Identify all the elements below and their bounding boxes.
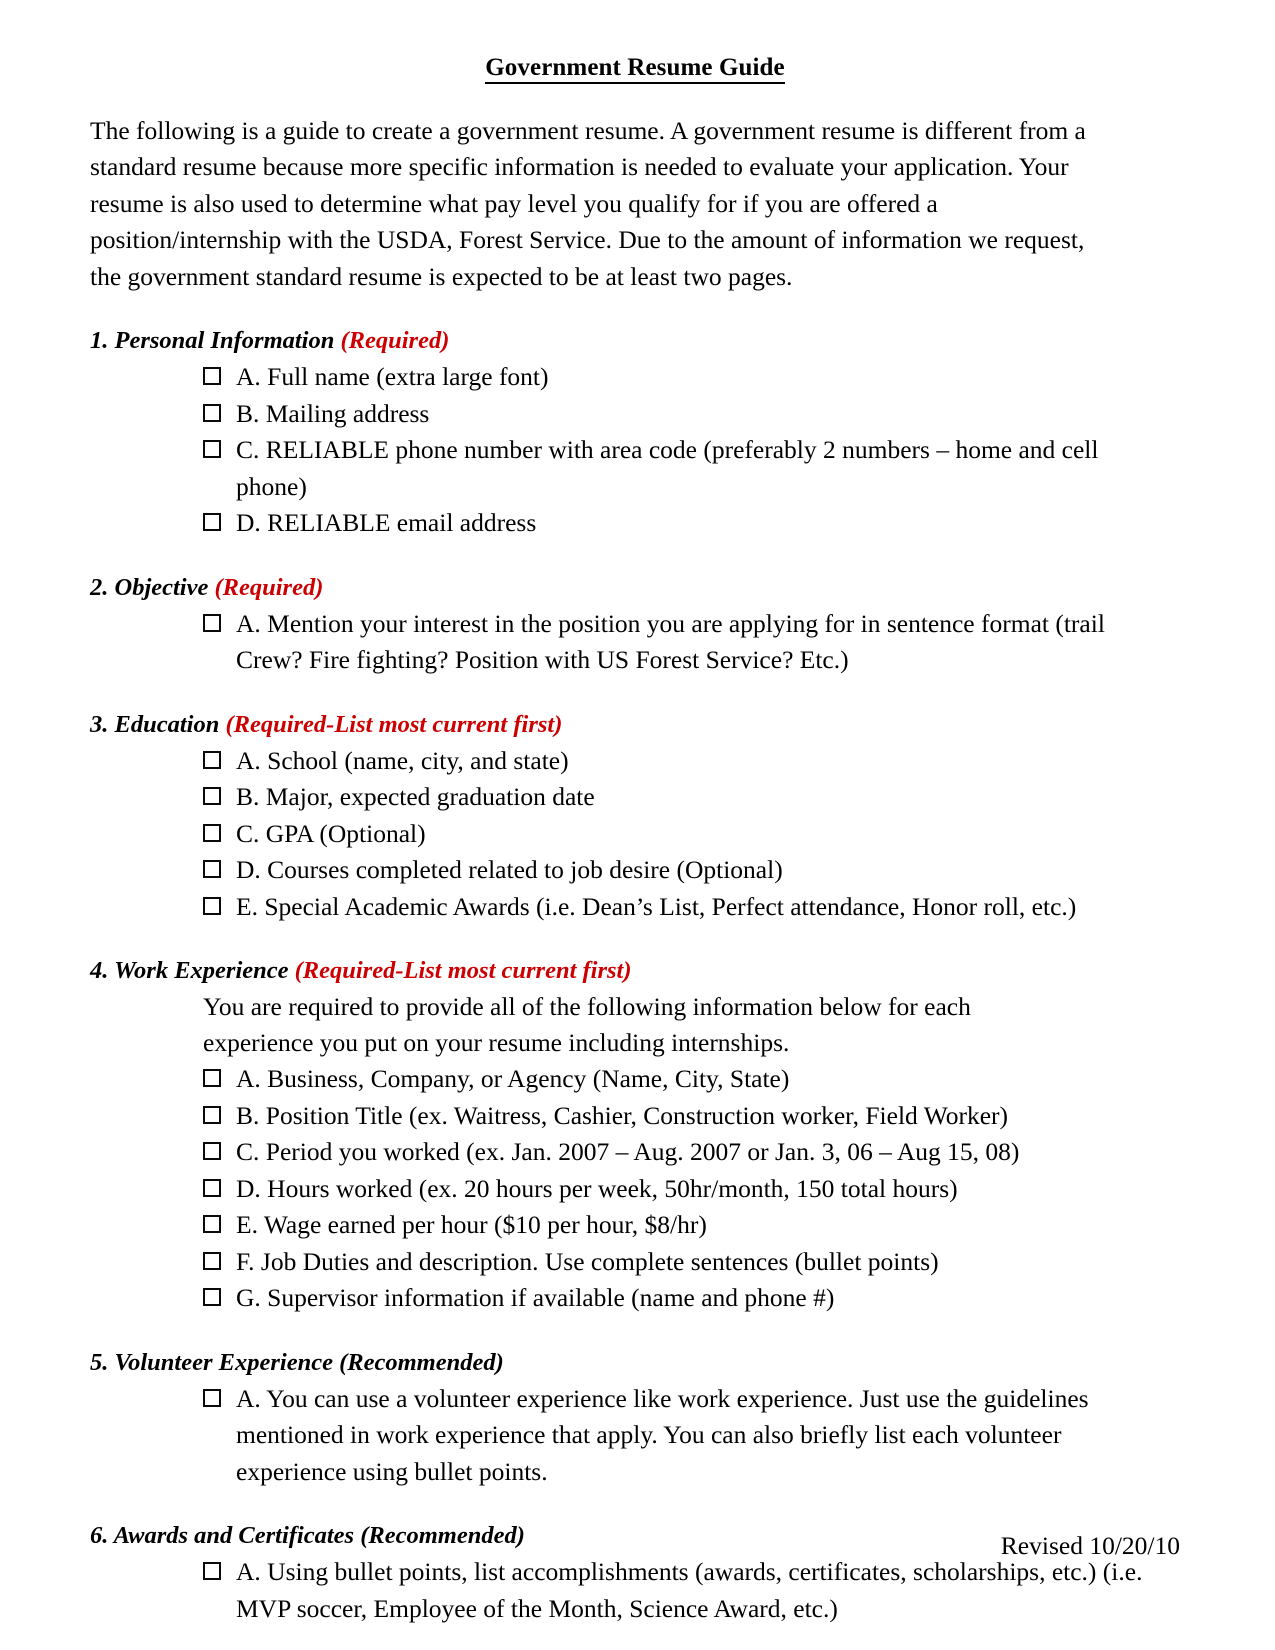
checklist-item[interactable]: A. Mention your interest in the position… bbox=[203, 606, 1146, 679]
checklist-item-label: D. RELIABLE email address bbox=[236, 508, 537, 538]
section-number: 1. bbox=[90, 327, 109, 355]
checkbox-icon[interactable] bbox=[203, 1105, 221, 1124]
checklist-item[interactable]: C. GPA (Optional) bbox=[203, 816, 1146, 853]
checkbox-icon[interactable] bbox=[203, 1178, 221, 1197]
checklist-item[interactable]: B. Mailing address bbox=[203, 396, 1146, 433]
section-qualifier: (Required-List most current first) bbox=[225, 710, 563, 738]
checklist-item-label: B. Mailing address bbox=[236, 398, 430, 428]
checkbox-icon[interactable] bbox=[203, 440, 221, 459]
section-qualifier: (Required-List most current first) bbox=[294, 957, 632, 985]
checkbox-icon[interactable] bbox=[203, 860, 221, 879]
checklist-item[interactable]: G. Supervisor information if available (… bbox=[203, 1280, 1146, 1317]
section-number: 6. bbox=[90, 1522, 109, 1550]
intro-paragraph: The following is a guide to create a gov… bbox=[90, 115, 1086, 291]
checklist-item[interactable]: D. Courses completed related to job desi… bbox=[203, 852, 1146, 889]
document-page: Government Resume Guide The following is… bbox=[0, 0, 1275, 1650]
checklist-item[interactable]: B. Major, expected graduation date bbox=[203, 779, 1146, 816]
checklist: A. Business, Company, or Agency (Name, C… bbox=[90, 1061, 1180, 1317]
checklist: A. You can use a volunteer experience li… bbox=[90, 1381, 1180, 1491]
checkbox-icon[interactable] bbox=[203, 1069, 221, 1088]
section-4: 4. Work Experience (Required-List most c… bbox=[90, 955, 1180, 1317]
section-name: Education bbox=[114, 710, 220, 738]
section-qualifier: (Recommended) bbox=[339, 1348, 504, 1376]
section-name: Awards and Certificates bbox=[113, 1522, 355, 1550]
checklist-item[interactable]: A. You can use a volunteer experience li… bbox=[203, 1381, 1146, 1491]
checklist-item-label: A. Full name (extra large font) bbox=[236, 362, 549, 392]
section-number: 4. bbox=[90, 957, 109, 985]
checklist-item-label: A. Mention your interest in the position… bbox=[236, 608, 1105, 675]
checkbox-icon[interactable] bbox=[203, 823, 221, 842]
checklist-item-label: C. RELIABLE phone number with area code … bbox=[236, 435, 1099, 501]
section-heading: 1. Personal Information (Required) bbox=[90, 325, 1180, 357]
sections-container: 1. Personal Information (Required) A. Ful… bbox=[90, 325, 1180, 1627]
checkbox-icon[interactable] bbox=[203, 613, 221, 632]
section-5: 5. Volunteer Experience (Recommended) A. … bbox=[90, 1347, 1180, 1491]
section-heading: 5. Volunteer Experience (Recommended) bbox=[90, 1347, 1180, 1379]
section-number: 3. bbox=[90, 710, 109, 738]
checklist-item-label: F. Job Duties and description. Use compl… bbox=[236, 1246, 939, 1276]
checklist-item[interactable]: D. Hours worked (ex. 20 hours per week, … bbox=[203, 1171, 1146, 1208]
checklist-item[interactable]: C. RELIABLE phone number with area code … bbox=[203, 432, 1146, 505]
section-heading: 3. Education (Required-List most current… bbox=[90, 709, 1180, 741]
checklist-item-label: A. Using bullet points, list accomplishm… bbox=[236, 1557, 1143, 1623]
checklist-item-label: A. You can use a volunteer experience li… bbox=[236, 1383, 1089, 1486]
checkbox-icon[interactable] bbox=[203, 1142, 221, 1161]
section-2: 2. Objective (Required) A. Mention your i… bbox=[90, 572, 1180, 679]
checklist-item-label: B. Major, expected graduation date bbox=[236, 782, 595, 812]
checklist-item-label: B. Position Title (ex. Waitress, Cashier… bbox=[236, 1100, 1009, 1130]
checkbox-icon[interactable] bbox=[203, 750, 221, 769]
section-number: 5. bbox=[90, 1348, 109, 1376]
checkbox-icon[interactable] bbox=[203, 1562, 221, 1581]
checkbox-icon[interactable] bbox=[203, 1251, 221, 1270]
checkbox-icon[interactable] bbox=[203, 787, 221, 806]
checkbox-icon[interactable] bbox=[203, 367, 221, 386]
checklist-item[interactable]: E. Wage earned per hour ($10 per hour, $… bbox=[203, 1207, 1146, 1244]
section-heading: 4. Work Experience (Required-List most c… bbox=[90, 955, 1180, 987]
checklist-item-label: D. Courses completed related to job desi… bbox=[236, 855, 783, 885]
checklist-item[interactable]: B. Position Title (ex. Waitress, Cashier… bbox=[203, 1098, 1146, 1135]
checklist-item[interactable]: E. Special Academic Awards (i.e. Dean’s … bbox=[203, 889, 1146, 926]
page-title: Government Resume Guide bbox=[90, 54, 1180, 84]
section-heading: 2. Objective (Required) bbox=[90, 572, 1180, 604]
checklist-item[interactable]: A. Using bullet points, list accomplishm… bbox=[203, 1554, 1146, 1627]
section-note: You are required to provide all of the f… bbox=[203, 992, 971, 1058]
revised-date: Revised 10/20/10 bbox=[1000, 1531, 1180, 1560]
checkbox-icon[interactable] bbox=[203, 1388, 221, 1407]
checklist-item[interactable]: D. RELIABLE email address bbox=[203, 505, 1146, 542]
checkbox-icon[interactable] bbox=[203, 513, 221, 532]
checklist-item-label: A. School (name, city, and state) bbox=[236, 745, 569, 775]
checklist-item[interactable]: F. Job Duties and description. Use compl… bbox=[203, 1244, 1146, 1281]
checklist-item-label: E. Wage earned per hour ($10 per hour, $… bbox=[236, 1210, 707, 1240]
checklist: A. Full name (extra large font) B. Mailin… bbox=[90, 359, 1180, 542]
section-name: Volunteer Experience bbox=[114, 1348, 333, 1376]
checklist-item[interactable]: C. Period you worked (ex. Jan. 2007 – Au… bbox=[203, 1134, 1146, 1171]
checklist-item[interactable]: A. Full name (extra large font) bbox=[203, 359, 1146, 396]
section-1: 1. Personal Information (Required) A. Ful… bbox=[90, 325, 1180, 542]
checkbox-icon[interactable] bbox=[203, 1215, 221, 1234]
section-qualifier: (Required) bbox=[340, 327, 450, 355]
checklist: A. Mention your interest in the position… bbox=[90, 606, 1180, 679]
checkbox-icon[interactable] bbox=[203, 1288, 221, 1307]
section-qualifier: (Recommended) bbox=[360, 1522, 525, 1550]
checklist-item-label: G. Supervisor information if available (… bbox=[236, 1283, 835, 1313]
checklist-item-label: A. Business, Company, or Agency (Name, C… bbox=[236, 1064, 790, 1094]
section-name: Personal Information bbox=[114, 327, 335, 355]
checklist-item[interactable]: A. Business, Company, or Agency (Name, C… bbox=[203, 1061, 1146, 1098]
checklist-item-label: D. Hours worked (ex. 20 hours per week, … bbox=[236, 1173, 958, 1203]
section-name: Objective bbox=[114, 573, 209, 601]
checklist-item[interactable]: A. School (name, city, and state) bbox=[203, 743, 1146, 780]
section-number: 2. bbox=[90, 573, 109, 601]
checklist: A. School (name, city, and state) B. Majo… bbox=[90, 743, 1180, 926]
checkbox-icon[interactable] bbox=[203, 403, 221, 422]
checklist-item-label: C. Period you worked (ex. Jan. 2007 – Au… bbox=[236, 1137, 1020, 1167]
section-qualifier: (Required) bbox=[214, 573, 324, 601]
section-3: 3. Education (Required-List most current… bbox=[90, 709, 1180, 926]
checkbox-icon[interactable] bbox=[203, 896, 221, 915]
section-name: Work Experience bbox=[114, 957, 289, 985]
checklist-item-label: C. GPA (Optional) bbox=[236, 818, 426, 848]
checklist: A. Using bullet points, list accomplishm… bbox=[90, 1554, 1180, 1627]
page-title-text: Government Resume Guide bbox=[485, 54, 785, 84]
checklist-item-label: E. Special Academic Awards (i.e. Dean’s … bbox=[236, 891, 1077, 921]
